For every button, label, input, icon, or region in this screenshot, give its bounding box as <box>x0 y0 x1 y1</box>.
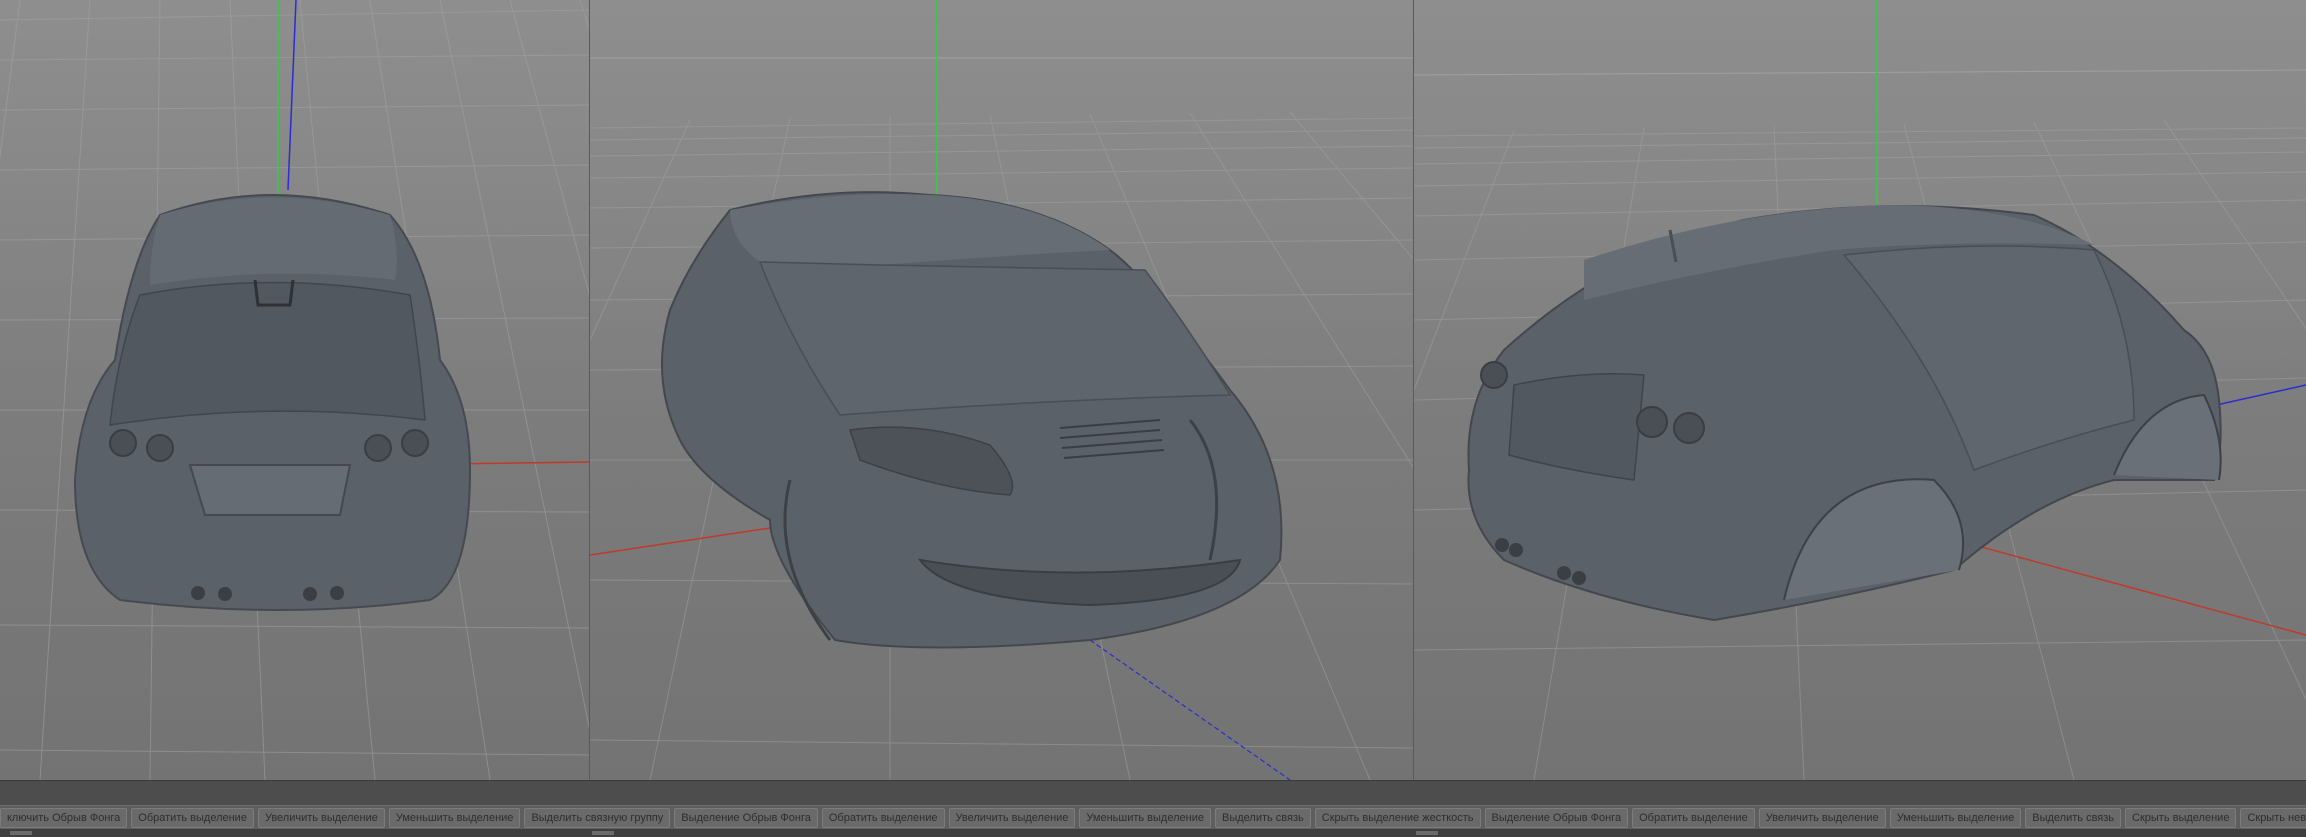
command-button[interactable]: Выделение Обрыв Фонга <box>674 808 818 828</box>
axis-z-line <box>287 0 297 191</box>
command-button[interactable]: Увеличить выделение <box>1758 808 1886 828</box>
command-button[interactable]: Выделить связь <box>1214 808 1311 828</box>
toolbar-handle[interactable] <box>10 831 32 835</box>
status-bar <box>0 780 2306 806</box>
command-button[interactable]: Увеличить выделение <box>948 808 1076 828</box>
command-button[interactable]: ключить Обрыв Фонга <box>0 808 128 828</box>
command-button[interactable]: Уменьшить выделение <box>388 808 521 828</box>
viewport-front-canvas <box>590 0 1414 780</box>
toolbar-handle[interactable] <box>592 831 614 835</box>
viewport-rear-three-quarter-canvas <box>1414 0 2306 780</box>
command-button[interactable]: Выделить связную группу <box>524 808 671 828</box>
viewport-rear-canvas <box>0 0 590 780</box>
viewport-rear[interactable] <box>0 0 590 780</box>
axis-x-line <box>590 524 791 556</box>
command-button[interactable]: Обратить выделение <box>1632 808 1755 828</box>
car-model-rear[interactable] <box>73 194 472 611</box>
command-button[interactable]: Скрыть выделение жесткость <box>1314 808 1481 828</box>
command-button[interactable]: Скрыть выделение <box>2125 808 2237 828</box>
command-button[interactable]: Выделение Обрыв Фонга <box>1484 808 1629 828</box>
command-button[interactable]: Обратить выделение <box>821 808 945 828</box>
horizon-line <box>1414 69 2306 76</box>
command-button[interactable]: Уменьшить выделение <box>1079 808 1211 828</box>
car-model-rear-three-quarter[interactable] <box>1467 205 2222 622</box>
command-button[interactable]: Скрыть нев <box>2240 808 2306 828</box>
command-bar: ключить Обрыв Фонга Обратить выделение У… <box>0 805 2306 830</box>
axis-z-line <box>1089 639 1291 780</box>
axis-x-line <box>1973 544 2306 636</box>
command-button[interactable]: Уменьшить выделение <box>1889 808 2022 828</box>
toolbar-handle[interactable] <box>1416 831 1438 835</box>
command-button[interactable]: Увеличить выделение <box>257 808 385 828</box>
viewport-rear-three-quarter[interactable] <box>1414 0 2306 780</box>
command-button[interactable]: Обратить выделение <box>131 808 254 828</box>
car-model-front[interactable] <box>661 191 1283 649</box>
viewport-front[interactable] <box>590 0 1414 780</box>
command-button[interactable]: Выделить связь <box>2025 808 2122 828</box>
bottom-toolbar-strip <box>0 829 2306 837</box>
